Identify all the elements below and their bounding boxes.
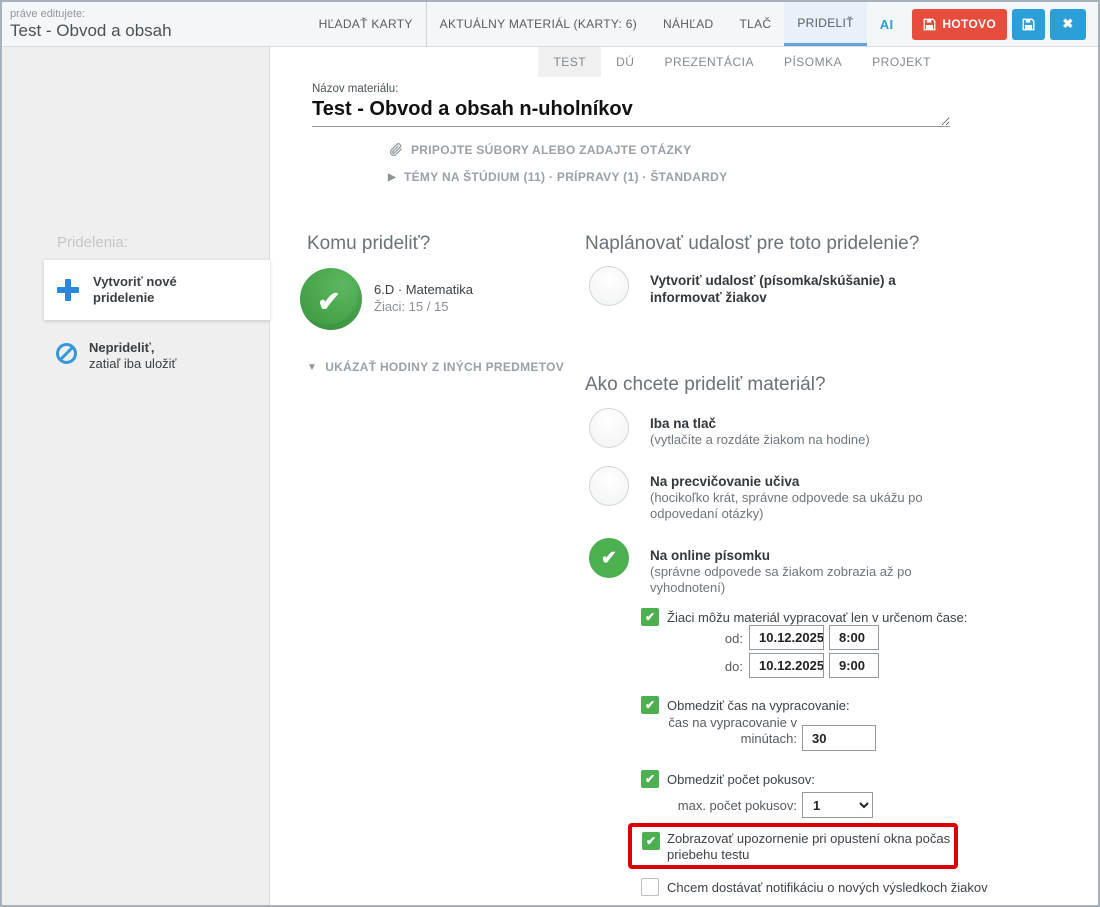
menu-print[interactable]: TLAČ [727, 2, 785, 46]
material-type-tabs: TEST DÚ PREZENTÁCIA PÍSOMKA PROJEKT [538, 47, 946, 77]
tab-prezentacia[interactable]: PREZENTÁCIA [649, 47, 769, 77]
time-limit-checkbox[interactable]: ✔ [641, 696, 659, 714]
tab-pisomka[interactable]: PÍSOMKA [769, 47, 857, 77]
time-restriction-label: Žiaci môžu materiál vypracovať len v urč… [667, 610, 967, 626]
menu-preview[interactable]: NÁHĽAD [650, 2, 726, 46]
practice-radio[interactable] [589, 466, 629, 506]
notifications-label: Chcem dostávať notifikáciu o nových výsl… [667, 880, 988, 896]
do-not-assign-item[interactable]: Neprideliť, zatiaľ iba uložiť [44, 340, 270, 372]
attach-files-label: PRIPOJTE SÚBORY ALEBO ZADAJTE OTÁZKY [411, 143, 691, 157]
to-time-input[interactable] [829, 653, 879, 678]
show-other-lessons-label: UKÁZAŤ HODINY Z INÝCH PREDMETOV [325, 360, 564, 374]
create-new-assignment-item[interactable]: Vytvoriť nové pridelenie [44, 260, 270, 320]
attach-files-link[interactable]: PRIPOJTE SÚBORY ALEBO ZADAJTE OTÁZKY [388, 142, 691, 157]
print-only-desc: (vytlačíte a rozdáte žiakom na hodine) [650, 432, 970, 448]
practice-label: Na precvičovanie učiva [650, 473, 799, 490]
tab-projekt[interactable]: PROJEKT [857, 47, 946, 77]
online-test-desc: (správne odpovede sa žiakom zobrazia až … [650, 564, 980, 596]
from-date-input[interactable] [749, 625, 824, 650]
topics-label: TÉMY NA ŠTÚDIUM (11) · PRÍPRAVY (1) · ŠT… [404, 170, 727, 184]
tab-test[interactable]: TEST [538, 47, 601, 77]
minutes-label: čas na vypracovanie v minútach: [657, 715, 797, 747]
assignments-sidebar: Pridelenia: Vytvoriť nové pridelenie Nep… [2, 47, 270, 907]
do-not-assign-label: Neprideliť, zatiaľ iba uložiť [89, 340, 176, 372]
check-icon: ✔ [317, 285, 340, 318]
app-window: práve editujete: Test - Obvod a obsah HĽ… [0, 0, 1100, 907]
check-icon: ✔ [645, 772, 655, 786]
create-event-radio[interactable] [589, 266, 629, 306]
plus-icon [57, 279, 79, 301]
header-buttons: HOTOVO ✖ [912, 2, 1086, 46]
header-menu: HĽADAŤ KARTY AKTUÁLNY MATERIÁL (KARTY: 6… [306, 2, 1086, 46]
triangle-down-icon: ▼ [307, 362, 317, 373]
notifications-checkbox[interactable] [641, 878, 659, 896]
paperclip-icon [388, 142, 403, 157]
menu-ai[interactable]: AI [867, 2, 907, 46]
create-event-label: Vytvoriť udalosť (písomka/skúšanie) a in… [650, 272, 955, 306]
class-students-count: Žiaci: 15 / 15 [374, 299, 448, 314]
online-test-label: Na online písomku [650, 547, 770, 564]
to-date-input[interactable] [749, 653, 824, 678]
attempts-checkbox[interactable]: ✔ [641, 770, 659, 788]
assign-to-heading: Komu prideliť? [307, 233, 430, 255]
topics-link[interactable]: ▶ TÉMY NA ŠTÚDIUM (11) · PRÍPRAVY (1) · … [388, 170, 727, 184]
max-attempts-label: max. počet pokusov: [657, 798, 797, 813]
minutes-input[interactable] [802, 725, 876, 751]
practice-desc: (hocikoľko krát, správne odpovede sa uká… [650, 490, 945, 522]
triangle-right-icon: ▶ [388, 172, 396, 183]
close-icon: ✖ [1062, 16, 1073, 32]
sidebar-title: Pridelenia: [57, 234, 128, 251]
save-button[interactable] [1012, 9, 1045, 40]
leave-warning-label: Zobrazovať upozornenie pri opustení okna… [667, 831, 957, 863]
menu-search-cards[interactable]: HĽADAŤ KARTY [306, 2, 426, 46]
menu-current-material[interactable]: AKTUÁLNY MATERIÁL (KARTY: 6) [426, 2, 650, 46]
show-other-lessons-link[interactable]: ▼ UKÁZAŤ HODINY Z INÝCH PREDMETOV [307, 360, 564, 374]
done-button-label: HOTOVO [942, 17, 996, 31]
create-new-assignment-label: Vytvoriť nové pridelenie [93, 274, 177, 306]
to-label: do: [703, 659, 743, 674]
class-avatar-selected[interactable]: ✔ [300, 268, 362, 330]
done-button[interactable]: HOTOVO [912, 9, 1007, 40]
time-restriction-checkbox[interactable]: ✔ [641, 608, 659, 626]
header-bar: práve editujete: Test - Obvod a obsah HĽ… [2, 2, 1098, 47]
print-only-label: Iba na tlač [650, 415, 716, 432]
ban-icon [56, 343, 77, 364]
how-assign-heading: Ako chcete prideliť materiál? [585, 374, 826, 396]
online-test-radio-selected[interactable]: ✔ [589, 538, 629, 578]
check-icon: ✔ [646, 834, 656, 848]
print-only-radio[interactable] [589, 408, 629, 448]
document-title: Test - Obvod a obsah [10, 21, 172, 41]
material-name-label: Názov materiálu: [312, 83, 398, 95]
check-icon: ✔ [601, 547, 617, 570]
close-button[interactable]: ✖ [1050, 9, 1086, 40]
from-label: od: [703, 631, 743, 646]
time-limit-label: Obmedziť čas na vypracovanie: [667, 698, 850, 714]
save-disk-icon [923, 18, 936, 31]
tab-du[interactable]: DÚ [601, 47, 649, 77]
check-icon: ✔ [645, 698, 655, 712]
leave-warning-checkbox[interactable]: ✔ [642, 832, 660, 850]
save-disk-icon [1022, 18, 1035, 31]
material-name-input[interactable]: Test - Obvod a obsah n-uholníkov [312, 96, 950, 127]
check-icon: ✔ [645, 610, 655, 624]
from-time-input[interactable] [829, 625, 879, 650]
menu-assign[interactable]: PRIDELIŤ [784, 2, 866, 46]
max-attempts-select[interactable]: 1 [802, 792, 873, 818]
editing-label: práve editujete: [10, 8, 85, 20]
attempts-label: Obmedziť počet pokusov: [667, 772, 815, 788]
class-name: 6.D · Matematika [374, 282, 473, 297]
plan-event-heading: Naplánovať udalosť pre toto pridelenie? [585, 233, 919, 255]
